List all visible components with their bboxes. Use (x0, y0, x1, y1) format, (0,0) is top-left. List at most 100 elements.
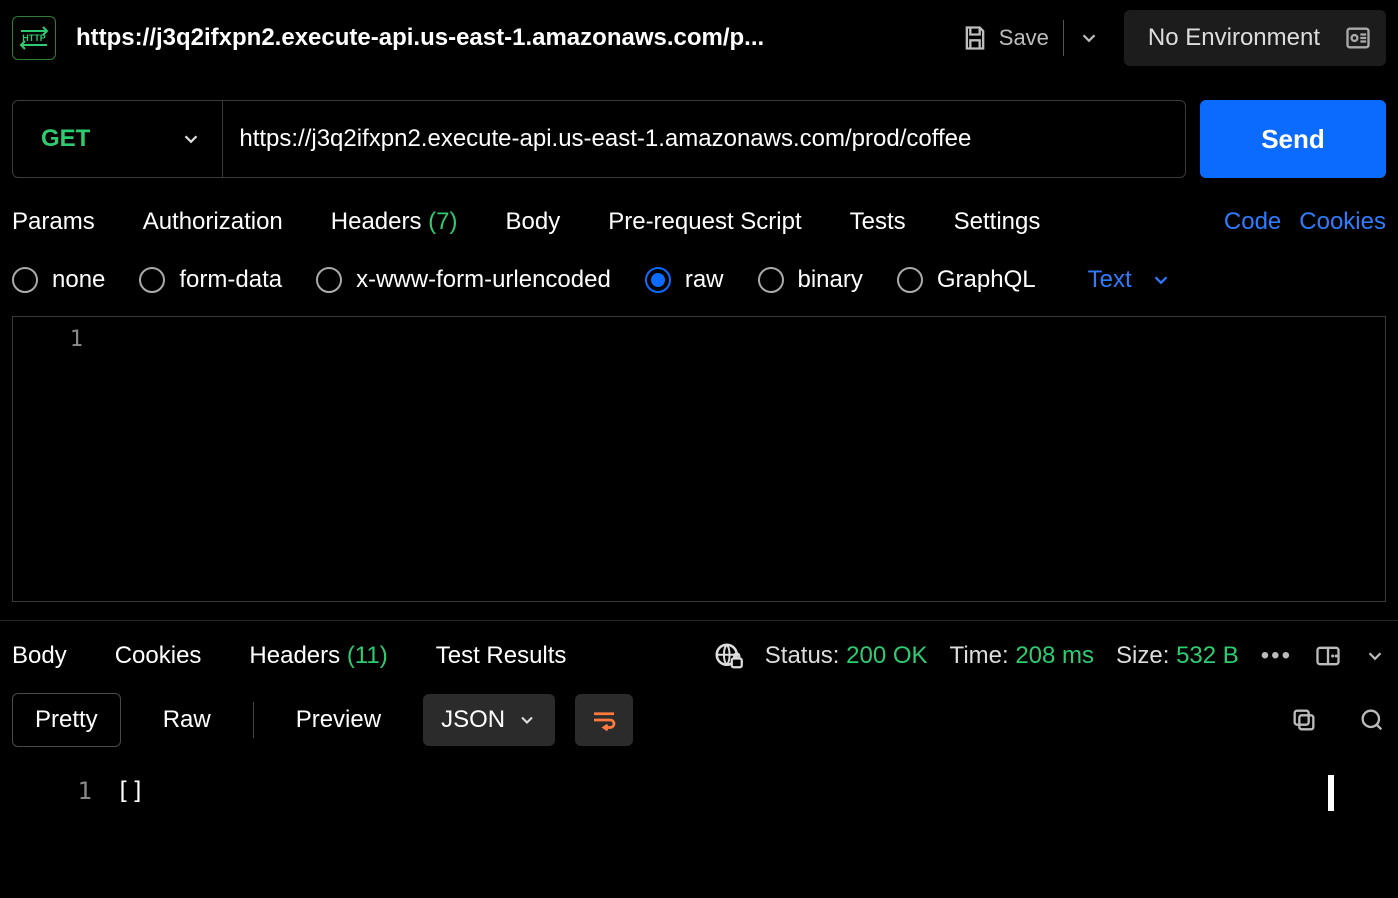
size-value: 532 B (1176, 642, 1239, 669)
response-tab-headers-label: Headers (249, 642, 340, 669)
body-content-type-select[interactable]: Text (1088, 266, 1172, 294)
tab-authorization[interactable]: Authorization (143, 208, 283, 236)
editor-content[interactable] (99, 317, 1385, 601)
http-method-select[interactable]: GET (13, 101, 223, 177)
layout-toggle-button[interactable] (1314, 642, 1342, 670)
chevron-down-icon (1150, 269, 1172, 291)
radio-icon (645, 267, 671, 293)
body-type-raw[interactable]: raw (645, 266, 724, 294)
response-status-group: Status: 200 OK Time: 208 ms Size: 532 B … (713, 641, 1386, 671)
response-tab-body[interactable]: Body (12, 642, 67, 670)
view-pretty-button[interactable]: Pretty (12, 693, 121, 747)
tab-headers-count: (7) (428, 208, 457, 235)
tab-tests[interactable]: Tests (850, 208, 906, 236)
method-url-container: GET (12, 100, 1186, 178)
body-content-type-label: Text (1088, 266, 1132, 294)
chevron-down-icon (1078, 27, 1100, 49)
divider (253, 702, 254, 738)
view-preview-button[interactable]: Preview (274, 694, 403, 746)
radio-label: binary (798, 266, 863, 294)
url-input[interactable] (223, 101, 1185, 177)
response-format-select[interactable]: JSON (423, 694, 555, 746)
cookies-link[interactable]: Cookies (1299, 208, 1386, 236)
globe-lock-icon (713, 641, 743, 671)
response-dropdown[interactable] (1364, 645, 1386, 667)
response-tab-headers-count: (11) (347, 642, 388, 669)
search-response-button[interactable] (1358, 706, 1386, 734)
tab-prerequest[interactable]: Pre-request Script (608, 208, 801, 236)
radio-icon (316, 267, 342, 293)
save-group: Save (951, 18, 1110, 58)
search-icon (1358, 706, 1386, 734)
code-link[interactable]: Code (1224, 208, 1281, 236)
chevron-down-icon (1364, 645, 1386, 667)
copy-icon (1290, 706, 1318, 734)
radio-label: raw (685, 266, 724, 294)
tab-body[interactable]: Body (506, 208, 561, 236)
chevron-down-icon (517, 710, 537, 730)
copy-response-button[interactable] (1290, 706, 1318, 734)
tab-title: https://j3q2ifxpn2.execute-api.us-east-1… (76, 24, 764, 52)
svg-text:HTTP: HTTP (22, 33, 46, 43)
response-format-label: JSON (441, 706, 505, 734)
save-button[interactable]: Save (951, 18, 1059, 58)
cursor (1328, 775, 1334, 811)
environment-selector[interactable]: No Environment (1138, 24, 1330, 52)
request-line: GET Send (12, 100, 1386, 178)
tab-headers-label: Headers (331, 208, 422, 235)
time-label: Time: (950, 642, 1009, 669)
response-action-icons: ••• (1261, 642, 1386, 670)
size-label: Size: (1116, 642, 1169, 669)
response-tab-headers[interactable]: Headers (11) (249, 642, 387, 670)
tab-headers[interactable]: Headers (7) (331, 208, 458, 236)
environment-selector-group: No Environment (1124, 10, 1386, 66)
radio-label: GraphQL (937, 266, 1036, 294)
radio-label: form-data (179, 266, 282, 294)
body-type-urlencoded[interactable]: x-www-form-urlencoded (316, 266, 611, 294)
radio-icon (12, 267, 38, 293)
response-tab-cookies[interactable]: Cookies (115, 642, 202, 670)
body-type-none[interactable]: none (12, 266, 105, 294)
line-number: 1 (12, 777, 92, 805)
http-method-icon: HTTP (12, 16, 56, 60)
response-tab-test-results[interactable]: Test Results (436, 642, 567, 670)
radio-icon (758, 267, 784, 293)
save-dropdown[interactable] (1068, 21, 1110, 55)
line-gutter: 1 (12, 769, 108, 829)
response-header: Body Cookies Headers (11) Test Results S… (0, 620, 1398, 671)
status-value: 200 OK (846, 642, 927, 669)
response-content: [] (108, 769, 153, 829)
response-toolbar: Pretty Raw Preview JSON (0, 671, 1398, 761)
status-label: Status: (765, 642, 840, 669)
body-type-binary[interactable]: binary (758, 266, 863, 294)
line-gutter: 1 (13, 317, 99, 601)
wrap-icon (589, 705, 619, 735)
send-button[interactable]: Send (1200, 100, 1386, 178)
view-raw-button[interactable]: Raw (141, 694, 233, 746)
body-type-form-data[interactable]: form-data (139, 266, 282, 294)
body-type-graphql[interactable]: GraphQL (897, 266, 1036, 294)
radio-label: none (52, 266, 105, 294)
environment-quicklook-button[interactable] (1344, 24, 1372, 52)
topbar: HTTP https://j3q2ifxpn2.execute-api.us-e… (0, 0, 1398, 76)
save-icon (961, 24, 989, 52)
line-number: 1 (13, 327, 83, 352)
body-type-radios: none form-data x-www-form-urlencoded raw… (0, 256, 1398, 316)
tab-settings[interactable]: Settings (954, 208, 1041, 236)
chevron-down-icon (180, 128, 202, 150)
request-body-editor[interactable]: 1 (12, 316, 1386, 602)
request-tabs: Params Authorization Headers (7) Body Pr… (0, 178, 1398, 256)
more-actions-button[interactable]: ••• (1261, 642, 1292, 670)
radio-label: x-www-form-urlencoded (356, 266, 611, 294)
divider (1063, 20, 1064, 56)
split-pane-icon (1314, 642, 1342, 670)
wrap-lines-button[interactable] (575, 694, 633, 746)
radio-icon (139, 267, 165, 293)
time-value: 208 ms (1015, 642, 1094, 669)
radio-icon (897, 267, 923, 293)
save-label: Save (999, 25, 1049, 51)
response-body-editor[interactable]: 1 [] (12, 769, 1386, 829)
eye-panel-icon (1344, 24, 1372, 52)
http-method-label: GET (41, 125, 90, 153)
tab-params[interactable]: Params (12, 208, 95, 236)
